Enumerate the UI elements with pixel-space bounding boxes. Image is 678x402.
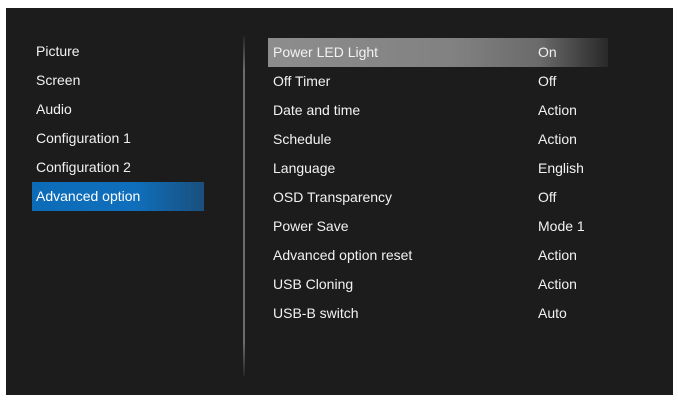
- setting-label: OSD Transparency: [273, 189, 393, 205]
- setting-value: Off: [538, 73, 557, 89]
- setting-value: English: [538, 160, 584, 176]
- setting-label: Schedule: [273, 131, 332, 147]
- menu-item-picture[interactable]: Picture: [32, 37, 204, 66]
- menu-item-advanced-option[interactable]: Advanced option: [32, 182, 204, 211]
- menu-divider: [243, 36, 245, 376]
- setting-label: Date and time: [273, 102, 361, 118]
- setting-value: Action: [538, 131, 577, 147]
- settings-list: Power LED Light On Off Timer Off Date an…: [268, 38, 608, 328]
- osd-screen: Picture Screen Audio Configuration 1 Con…: [6, 8, 673, 395]
- setting-row-date-and-time[interactable]: Date and time Action: [268, 96, 608, 125]
- setting-row-language[interactable]: Language English: [268, 154, 608, 183]
- setting-label: USB-B switch: [273, 305, 359, 321]
- menu-item-audio[interactable]: Audio: [32, 95, 204, 124]
- setting-row-advanced-option-reset[interactable]: Advanced option reset Action: [268, 241, 608, 270]
- setting-row-off-timer[interactable]: Off Timer Off: [268, 67, 608, 96]
- setting-label: USB Cloning: [273, 276, 354, 292]
- setting-row-usb-cloning[interactable]: USB Cloning Action: [268, 270, 608, 299]
- setting-label: Power Save: [273, 218, 349, 234]
- setting-value: Action: [538, 276, 577, 292]
- setting-value: Action: [538, 102, 577, 118]
- setting-label: Language: [273, 160, 336, 176]
- setting-label: Advanced option reset: [273, 247, 413, 263]
- setting-value: Auto: [538, 305, 567, 321]
- setting-label: Off Timer: [273, 73, 331, 89]
- menu-item-screen[interactable]: Screen: [32, 66, 204, 95]
- setting-value: On: [538, 44, 557, 60]
- menu-item-configuration-1[interactable]: Configuration 1: [32, 124, 204, 153]
- setting-label: Power LED Light: [273, 44, 379, 60]
- setting-row-osd-transparency[interactable]: OSD Transparency Off: [268, 183, 608, 212]
- setting-value: Off: [538, 189, 557, 205]
- setting-row-schedule[interactable]: Schedule Action: [268, 125, 608, 154]
- menu-item-configuration-2[interactable]: Configuration 2: [32, 153, 204, 182]
- category-menu: Picture Screen Audio Configuration 1 Con…: [32, 37, 204, 211]
- setting-row-usb-b-switch[interactable]: USB-B switch Auto: [268, 299, 608, 328]
- setting-row-power-led-light[interactable]: Power LED Light On: [268, 38, 608, 67]
- setting-row-power-save[interactable]: Power Save Mode 1: [268, 212, 608, 241]
- setting-value: Mode 1: [538, 218, 585, 234]
- setting-value: Action: [538, 247, 577, 263]
